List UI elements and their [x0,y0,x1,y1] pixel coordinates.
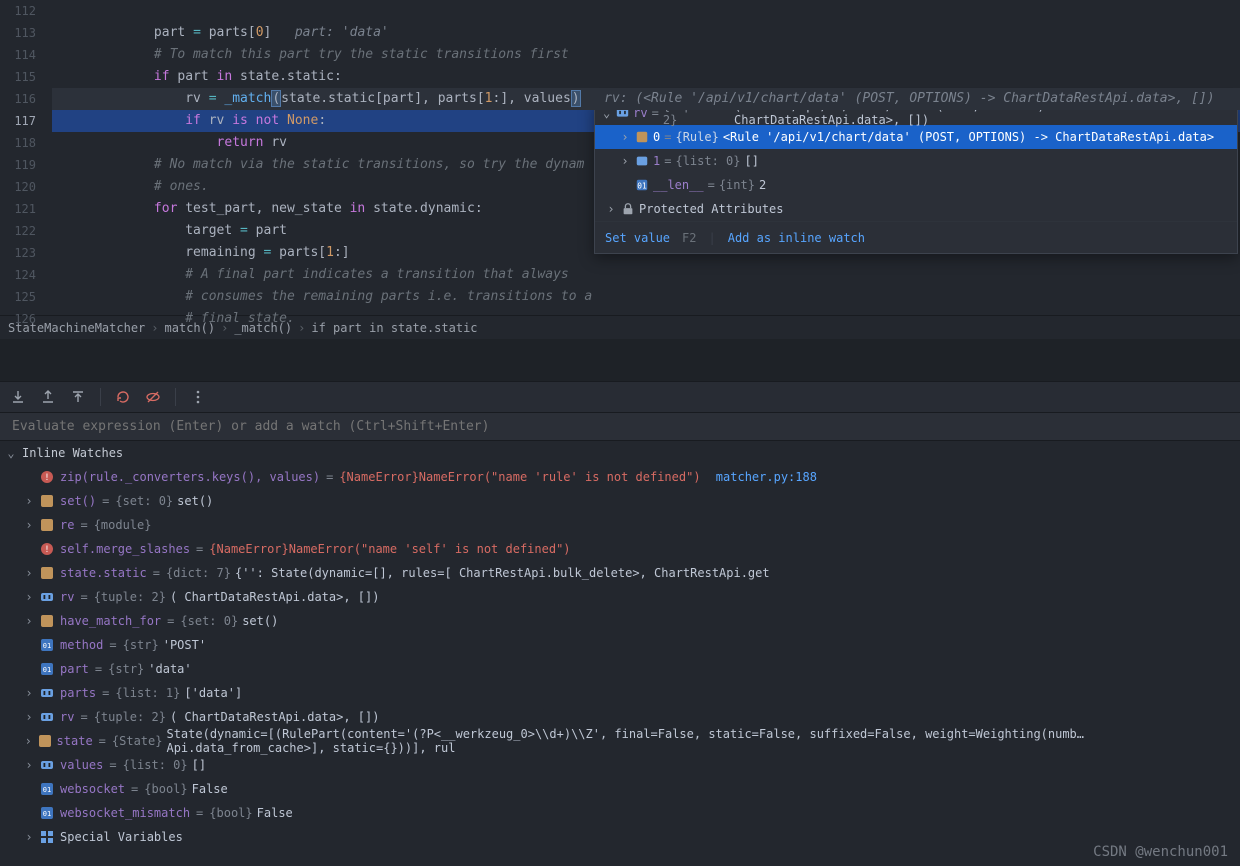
watch-row[interactable]: › ! self.merge_slashes={NameError}NameEr… [0,537,1240,561]
code-area[interactable]: part = parts[0] part: 'data' # To match … [52,0,1240,315]
code-editor[interactable]: 112 113 114 115 116 117 118 119 120 121 … [0,0,1240,315]
type-icon [40,590,56,604]
line-gutter: 112 113 114 115 116 117 118 119 120 121 … [0,0,52,315]
evaluate-expression-bar[interactable] [0,413,1240,441]
code-line[interactable]: rv = _match(state.static[part], parts[1:… [52,88,1240,110]
line-number: 122 [0,220,36,242]
chevron-right-icon[interactable]: › [22,734,34,748]
type-icon [40,614,56,628]
watermark: CSDN @wenchun001 [1093,844,1228,860]
watch-row[interactable]: › ! zip(rule._converters.keys(), values)… [0,465,1240,489]
line-number: 121 [0,198,36,220]
type-icon [40,566,56,580]
download-icon[interactable] [10,389,26,405]
code-line[interactable]: # consumes the remaining parts i.e. tran… [52,286,1240,308]
svg-text:!: ! [44,545,49,555]
watch-row[interactable]: › values={list: 0} [] [0,753,1240,777]
separator [100,388,101,406]
type-icon: 01 [40,782,56,796]
watch-row[interactable]: › rv={tuple: 2} ( ChartDataRestApi.data>… [0,705,1240,729]
chevron-right-icon[interactable]: › [22,518,36,532]
code-line[interactable]: # To match this part try the static tran… [52,44,1240,66]
watch-row[interactable]: › re={module} [0,513,1240,537]
line-number: 113 [0,22,36,44]
type-icon [40,494,56,508]
watch-row[interactable]: › parts={list: 1} ['data'] [0,681,1240,705]
code-line[interactable]: if part in state.static: [52,66,1240,88]
type-icon [38,734,52,748]
watch-row[interactable]: › 01 method={str} 'POST' [0,633,1240,657]
chevron-right-icon[interactable]: › [22,566,36,580]
separator [175,388,176,406]
line-number-current: 117 [0,110,36,132]
watch-row[interactable]: › set()={set: 0} set() [0,489,1240,513]
evaluate-expression-input[interactable] [12,419,1228,434]
svg-text:01: 01 [43,810,51,818]
chevron-right-icon[interactable]: › [22,830,36,844]
chevron-right-icon[interactable]: › [22,686,36,700]
type-icon: 01 [40,662,56,676]
type-icon [40,686,56,700]
debug-toolbar [0,381,1240,413]
chevron-right-icon[interactable]: › [22,494,36,508]
code-line[interactable]: # A final part indicates a transition th… [52,264,1240,286]
line-number: 124 [0,264,36,286]
code-line[interactable]: return rv [52,132,1240,154]
type-icon: ! [40,542,56,556]
type-icon: 01 [40,806,56,820]
watch-row[interactable]: › 01 websocket_mismatch={bool} False [0,801,1240,825]
watches-panel[interactable]: ⌄ Inline Watches › ! zip(rule._converter… [0,441,1240,866]
error-icon: ! [40,470,56,484]
code-line[interactable]: target = part [52,220,1240,242]
watch-row[interactable]: › have_match_for={set: 0} set() [0,609,1240,633]
more-icon[interactable] [190,389,206,405]
line-number: 119 [0,154,36,176]
watch-row[interactable]: › state={State} State(dynamic=[(RulePart… [0,729,1240,753]
chevron-right-icon[interactable]: › [22,758,36,772]
line-number: 116 [0,88,36,110]
chevron-down-icon[interactable]: ⌄ [4,446,18,460]
inline-watches-header[interactable]: ⌄ Inline Watches [0,441,1240,465]
watch-row[interactable]: › state.static={dict: 7} {'': State(dyna… [0,561,1240,585]
line-number: 115 [0,66,36,88]
type-icon [40,758,56,772]
watch-row[interactable]: › Special Variables [0,825,1240,849]
code-line[interactable]: remaining = parts[1:] [52,242,1240,264]
refresh-icon[interactable] [115,389,131,405]
type-icon [40,710,56,724]
code-line[interactable]: # ones. [52,176,1240,198]
type-icon: 01 [40,638,56,652]
code-line[interactable]: for test_part, new_state in state.dynami… [52,198,1240,220]
line-number: 118 [0,132,36,154]
type-icon [40,830,56,844]
svg-text:!: ! [44,473,49,483]
svg-text:01: 01 [43,642,51,650]
code-line[interactable] [52,0,1240,22]
svg-text:01: 01 [43,786,51,794]
line-number: 114 [0,44,36,66]
code-line[interactable]: # final state. [52,308,1240,330]
chevron-right-icon[interactable]: › [22,614,36,628]
watch-row[interactable]: › rv={tuple: 2} ( ChartDataRestApi.data>… [0,585,1240,609]
line-number: 125 [0,286,36,308]
code-line[interactable]: part = parts[0] part: 'data' [52,22,1240,44]
watch-row[interactable]: › 01 websocket={bool} False [0,777,1240,801]
line-number: 112 [0,0,36,22]
eye-off-icon[interactable] [145,389,161,405]
chevron-right-icon[interactable]: › [22,710,36,724]
type-icon [40,518,56,532]
line-number: 123 [0,242,36,264]
watch-row[interactable]: › 01 part={str} 'data' [0,657,1240,681]
upload-icon[interactable] [70,389,86,405]
chevron-right-icon[interactable]: › [22,590,36,604]
line-number: 120 [0,176,36,198]
pane-spacer [0,339,1240,381]
source-link[interactable]: matcher.py:188 [716,470,817,484]
import-icon[interactable] [40,389,56,405]
code-line[interactable]: if rv is not None: [52,110,1240,132]
svg-text:01: 01 [43,666,51,674]
code-line[interactable]: # No match via the static transitions, s… [52,154,1240,176]
